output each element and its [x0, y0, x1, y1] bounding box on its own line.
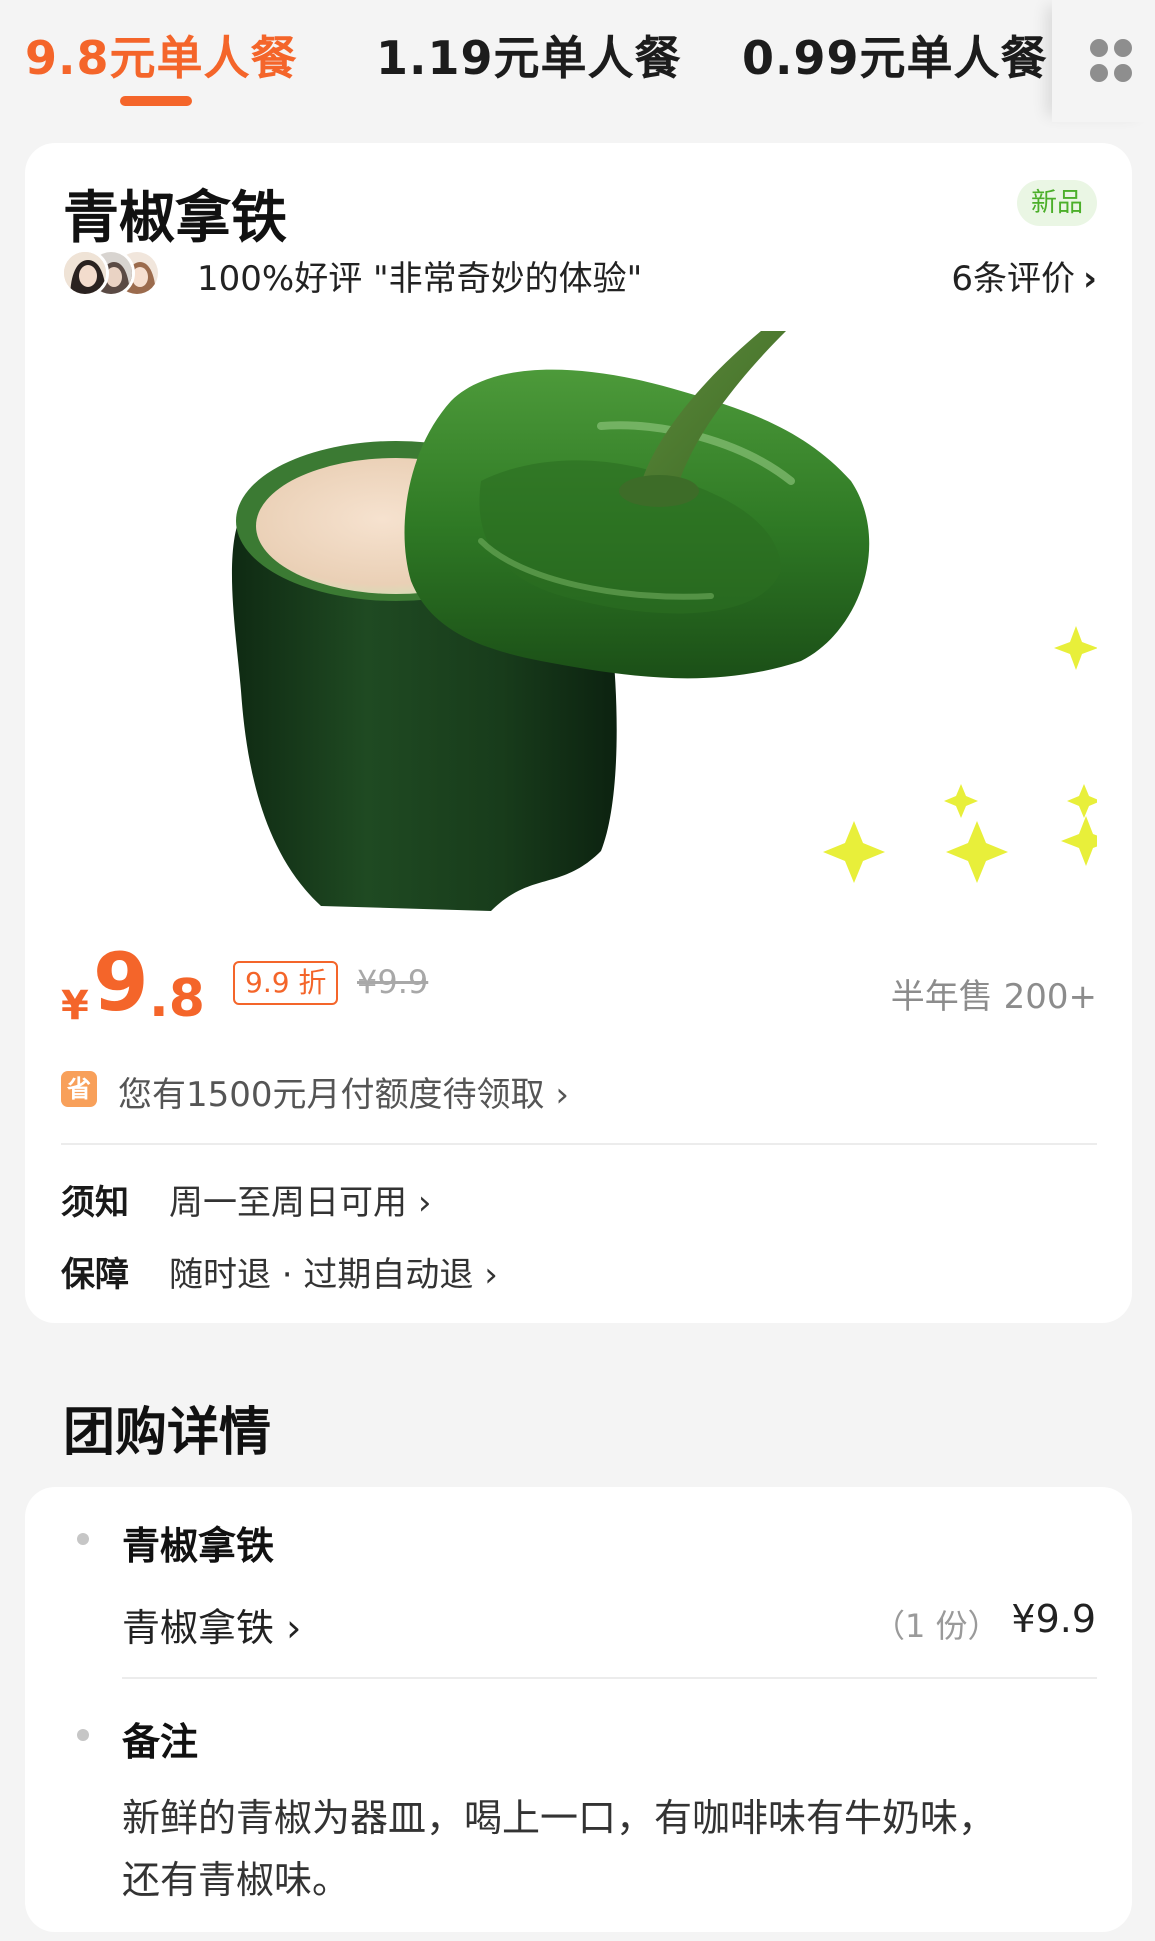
guarantee-label: 保障 — [61, 1255, 129, 1295]
divider — [61, 1143, 1097, 1145]
guarantee-row[interactable]: 保障 随时退 · 过期自动退 › — [61, 1247, 1097, 1297]
item-price: ¥9.9 — [1011, 1597, 1096, 1641]
note-text: 新鲜的青椒为器皿，喝上一口，有咖啡味有牛奶味，还有青椒味。 — [122, 1796, 997, 1902]
bullet — [77, 1533, 89, 1545]
tab-1-19-meal[interactable]: 1.19元单人餐 — [376, 22, 682, 88]
notice-text: 周一至周日可用 — [169, 1183, 407, 1223]
bullet — [77, 1729, 89, 1741]
new-badge: 新品 — [1017, 180, 1097, 226]
reviewer-avatars — [61, 249, 171, 297]
section-title: 团购详情 — [63, 1403, 272, 1463]
notice-value: 周一至周日可用 › — [169, 1175, 431, 1224]
group-heading: 青椒拿铁 — [122, 1524, 275, 1568]
rating-text: 100%好评 "非常奇妙的体验" — [197, 259, 643, 299]
price-decimal: .8 — [149, 969, 205, 1029]
chevron-right-icon: › — [484, 1255, 498, 1295]
tab-bar: 9.8元单人餐 1.19元单人餐 0.99元单人餐 — [0, 0, 1155, 122]
save-badge-icon: 省 — [61, 1071, 97, 1107]
tab-9-8-meal[interactable]: 9.8元单人餐 — [25, 22, 298, 88]
product-card: 青椒拿铁 新品 100%好评 "非常奇妙的体验" 6条评价 › ¥ 9 .8 9… — [25, 143, 1132, 1323]
divider — [122, 1677, 1097, 1679]
original-price: ¥9.9 — [357, 963, 429, 1001]
chevron-right-icon: › — [417, 1183, 432, 1223]
price-currency: ¥ — [61, 983, 89, 1029]
chevron-right-icon: › — [1082, 259, 1097, 299]
item-quantity: （1 份） — [873, 1607, 1000, 1645]
item-name: 青椒拿铁 › — [122, 1597, 301, 1652]
avatar — [61, 249, 109, 297]
review-count-label: 6条评价 — [951, 259, 1075, 299]
active-tab-indicator — [120, 96, 192, 106]
product-image — [61, 331, 1111, 916]
discount-badge: 9.9 折 — [233, 961, 339, 1005]
chevron-right-icon: › — [286, 1606, 302, 1650]
deal-details-card: 青椒拿铁 青椒拿铁 › （1 份） ¥9.9 备注 新鲜的青椒为器皿，喝上一口，… — [25, 1487, 1132, 1932]
note-heading: 备注 — [122, 1720, 199, 1764]
notice-label: 须知 — [61, 1183, 129, 1223]
product-title: 青椒拿铁 — [63, 186, 287, 251]
price-row: ¥ 9 .8 9.9 折 ¥9.9 半年售 200+ — [61, 943, 1097, 1043]
item-name-label: 青椒拿铁 — [122, 1606, 275, 1650]
promo-row[interactable]: 省 您有1500元月付额度待领取 › — [61, 1065, 1097, 1115]
promo-text: 您有1500元月付额度待领取 › — [118, 1067, 569, 1116]
more-tabs-button[interactable] — [1052, 0, 1155, 122]
notice-row[interactable]: 须知 周一至周日可用 › — [61, 1175, 1097, 1225]
guarantee-value: 随时退 · 过期自动退 › — [169, 1247, 498, 1296]
sales-count: 半年售 200+ — [890, 977, 1097, 1017]
chevron-right-icon: › — [555, 1075, 569, 1115]
review-summary[interactable]: 100%好评 "非常奇妙的体验" 6条评价 › — [61, 243, 1097, 303]
price-integer: 9 — [93, 936, 149, 1029]
tab-0-99-meal[interactable]: 0.99元单人餐 — [742, 22, 1048, 88]
review-count-link[interactable]: 6条评价 › — [951, 251, 1097, 300]
promo-label: 您有1500元月付额度待领取 — [118, 1075, 545, 1115]
guarantee-text: 随时退 · 过期自动退 — [169, 1255, 474, 1295]
